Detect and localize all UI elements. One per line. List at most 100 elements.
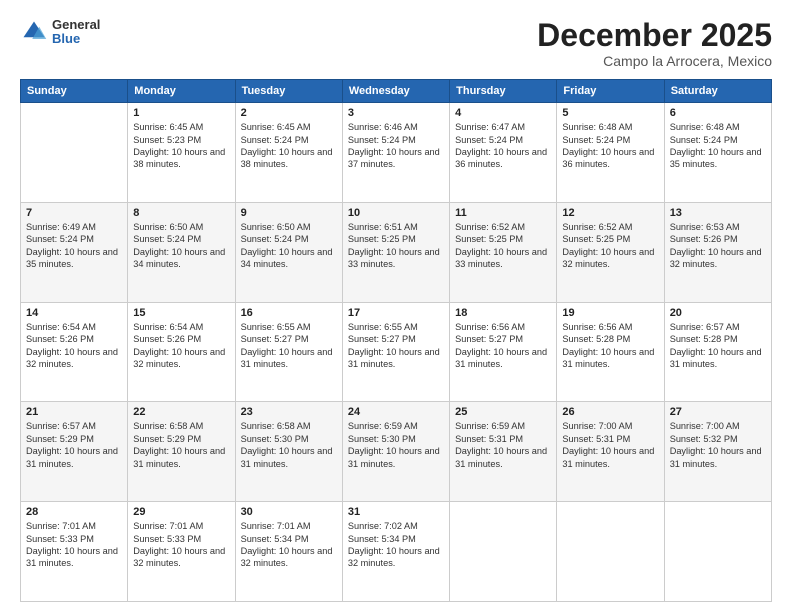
logo-icon [20,18,48,46]
cell-info: Sunrise: 6:47 AM Sunset: 5:24 PM Dayligh… [455,121,551,171]
calendar-cell: 26 Sunrise: 7:00 AM Sunset: 5:31 PM Dayli… [557,402,664,502]
weekday-header-tuesday: Tuesday [235,80,342,103]
calendar-cell: 7 Sunrise: 6:49 AM Sunset: 5:24 PM Daylig… [21,202,128,302]
day-number: 29 [133,506,229,518]
day-number: 28 [26,506,122,518]
calendar-cell: 22Sunrise: 6:58 AM Sunset: 5:29 PM Dayli… [128,402,235,502]
calendar-cell: 19 Sunrise: 6:56 AM Sunset: 5:28 PM Dayli… [557,302,664,402]
cell-info: Sunrise: 6:52 AM Sunset: 5:25 PM Dayligh… [562,221,658,271]
day-number: 9 [241,207,337,219]
calendar-week-1: 7 Sunrise: 6:49 AM Sunset: 5:24 PM Daylig… [21,202,772,302]
day-number: 12 [562,207,658,219]
calendar-cell: 12 Sunrise: 6:52 AM Sunset: 5:25 PM Dayli… [557,202,664,302]
calendar-cell: 5Sunrise: 6:48 AM Sunset: 5:24 PM Daylig… [557,103,664,203]
cell-info: Sunrise: 6:48 AM Sunset: 5:24 PM Dayligh… [562,121,658,171]
day-number: 24 [348,406,444,418]
page: General Blue December 2025 Campo la Arro… [0,0,792,612]
cell-info: Sunrise: 6:50 AM Sunset: 5:24 PM Dayligh… [133,221,229,271]
calendar-cell: 17 Sunrise: 6:55 AM Sunset: 5:27 PM Dayli… [342,302,449,402]
day-number: 17 [348,307,444,319]
calendar-cell: 2 Sunrise: 6:45 AM Sunset: 5:24 PM Daylig… [235,103,342,203]
day-number: 30 [241,506,337,518]
cell-info: Sunrise: 6:57 AM Sunset: 5:28 PM Dayligh… [670,321,766,371]
cell-info: Sunrise: 7:01 AM Sunset: 5:33 PM Dayligh… [133,520,229,570]
calendar-week-3: 21Sunrise: 6:57 AM Sunset: 5:29 PM Dayli… [21,402,772,502]
cell-info: Sunrise: 6:49 AM Sunset: 5:24 PM Dayligh… [26,221,122,271]
calendar-cell: 21Sunrise: 6:57 AM Sunset: 5:29 PM Dayli… [21,402,128,502]
day-number: 7 [26,207,122,219]
day-number: 3 [348,107,444,119]
calendar-table: SundayMondayTuesdayWednesdayThursdayFrid… [20,79,772,602]
calendar-cell: 16 Sunrise: 6:55 AM Sunset: 5:27 PM Dayli… [235,302,342,402]
cell-info: Sunrise: 6:52 AM Sunset: 5:25 PM Dayligh… [455,221,551,271]
weekday-row: SundayMondayTuesdayWednesdayThursdayFrid… [21,80,772,103]
calendar-week-2: 14Sunrise: 6:54 AM Sunset: 5:26 PM Dayli… [21,302,772,402]
calendar-body: 1 Sunrise: 6:45 AM Sunset: 5:23 PM Daylig… [21,103,772,602]
cell-info: Sunrise: 6:45 AM Sunset: 5:23 PM Dayligh… [133,121,229,171]
weekday-header-friday: Friday [557,80,664,103]
calendar-cell: 24 Sunrise: 6:59 AM Sunset: 5:30 PM Dayli… [342,402,449,502]
cell-info: Sunrise: 6:54 AM Sunset: 5:26 PM Dayligh… [133,321,229,371]
day-number: 13 [670,207,766,219]
title-block: December 2025 Campo la Arrocera, Mexico [537,18,772,69]
cell-info: Sunrise: 6:48 AM Sunset: 5:24 PM Dayligh… [670,121,766,171]
day-number: 19 [562,307,658,319]
calendar-cell: 3 Sunrise: 6:46 AM Sunset: 5:24 PM Daylig… [342,103,449,203]
cell-info: Sunrise: 7:01 AM Sunset: 5:33 PM Dayligh… [26,520,122,570]
day-number: 20 [670,307,766,319]
header: General Blue December 2025 Campo la Arro… [20,18,772,69]
logo: General Blue [20,18,100,47]
weekday-header-sunday: Sunday [21,80,128,103]
calendar-cell [664,502,771,602]
cell-info: Sunrise: 7:02 AM Sunset: 5:34 PM Dayligh… [348,520,444,570]
calendar-cell: 10Sunrise: 6:51 AM Sunset: 5:25 PM Dayli… [342,202,449,302]
day-number: 1 [133,107,229,119]
cell-info: Sunrise: 6:51 AM Sunset: 5:25 PM Dayligh… [348,221,444,271]
cell-info: Sunrise: 6:45 AM Sunset: 5:24 PM Dayligh… [241,121,337,171]
calendar-cell: 25Sunrise: 6:59 AM Sunset: 5:31 PM Dayli… [450,402,557,502]
day-number: 18 [455,307,551,319]
calendar-cell: 14Sunrise: 6:54 AM Sunset: 5:26 PM Dayli… [21,302,128,402]
calendar-cell: 8 Sunrise: 6:50 AM Sunset: 5:24 PM Daylig… [128,202,235,302]
day-number: 23 [241,406,337,418]
calendar-cell: 18 Sunrise: 6:56 AM Sunset: 5:27 PM Dayli… [450,302,557,402]
cell-info: Sunrise: 6:56 AM Sunset: 5:27 PM Dayligh… [455,321,551,371]
calendar-cell: 11 Sunrise: 6:52 AM Sunset: 5:25 PM Dayli… [450,202,557,302]
calendar-cell: 20 Sunrise: 6:57 AM Sunset: 5:28 PM Dayli… [664,302,771,402]
calendar-cell: 4 Sunrise: 6:47 AM Sunset: 5:24 PM Daylig… [450,103,557,203]
calendar-cell: 28 Sunrise: 7:01 AM Sunset: 5:33 PM Dayli… [21,502,128,602]
location: Campo la Arrocera, Mexico [537,53,772,69]
cell-info: Sunrise: 6:55 AM Sunset: 5:27 PM Dayligh… [241,321,337,371]
day-number: 16 [241,307,337,319]
cell-info: Sunrise: 6:46 AM Sunset: 5:24 PM Dayligh… [348,121,444,171]
day-number: 26 [562,406,658,418]
day-number: 11 [455,207,551,219]
day-number: 25 [455,406,551,418]
calendar-cell: 30 Sunrise: 7:01 AM Sunset: 5:34 PM Dayli… [235,502,342,602]
day-number: 4 [455,107,551,119]
day-number: 21 [26,406,122,418]
calendar-cell: 23Sunrise: 6:58 AM Sunset: 5:30 PM Dayli… [235,402,342,502]
day-number: 2 [241,107,337,119]
logo-text: General Blue [52,18,100,47]
cell-info: Sunrise: 6:59 AM Sunset: 5:30 PM Dayligh… [348,420,444,470]
cell-info: Sunrise: 7:00 AM Sunset: 5:31 PM Dayligh… [562,420,658,470]
calendar-cell [450,502,557,602]
calendar-week-4: 28 Sunrise: 7:01 AM Sunset: 5:33 PM Dayli… [21,502,772,602]
cell-info: Sunrise: 6:50 AM Sunset: 5:24 PM Dayligh… [241,221,337,271]
weekday-header-monday: Monday [128,80,235,103]
day-number: 31 [348,506,444,518]
calendar-cell [21,103,128,203]
cell-info: Sunrise: 6:55 AM Sunset: 5:27 PM Dayligh… [348,321,444,371]
calendar-week-0: 1 Sunrise: 6:45 AM Sunset: 5:23 PM Daylig… [21,103,772,203]
day-number: 6 [670,107,766,119]
cell-info: Sunrise: 6:54 AM Sunset: 5:26 PM Dayligh… [26,321,122,371]
cell-info: Sunrise: 7:01 AM Sunset: 5:34 PM Dayligh… [241,520,337,570]
calendar-cell: 13Sunrise: 6:53 AM Sunset: 5:26 PM Dayli… [664,202,771,302]
cell-info: Sunrise: 6:56 AM Sunset: 5:28 PM Dayligh… [562,321,658,371]
cell-info: Sunrise: 7:00 AM Sunset: 5:32 PM Dayligh… [670,420,766,470]
calendar-cell [557,502,664,602]
day-number: 8 [133,207,229,219]
logo-general: General [52,18,100,32]
day-number: 27 [670,406,766,418]
